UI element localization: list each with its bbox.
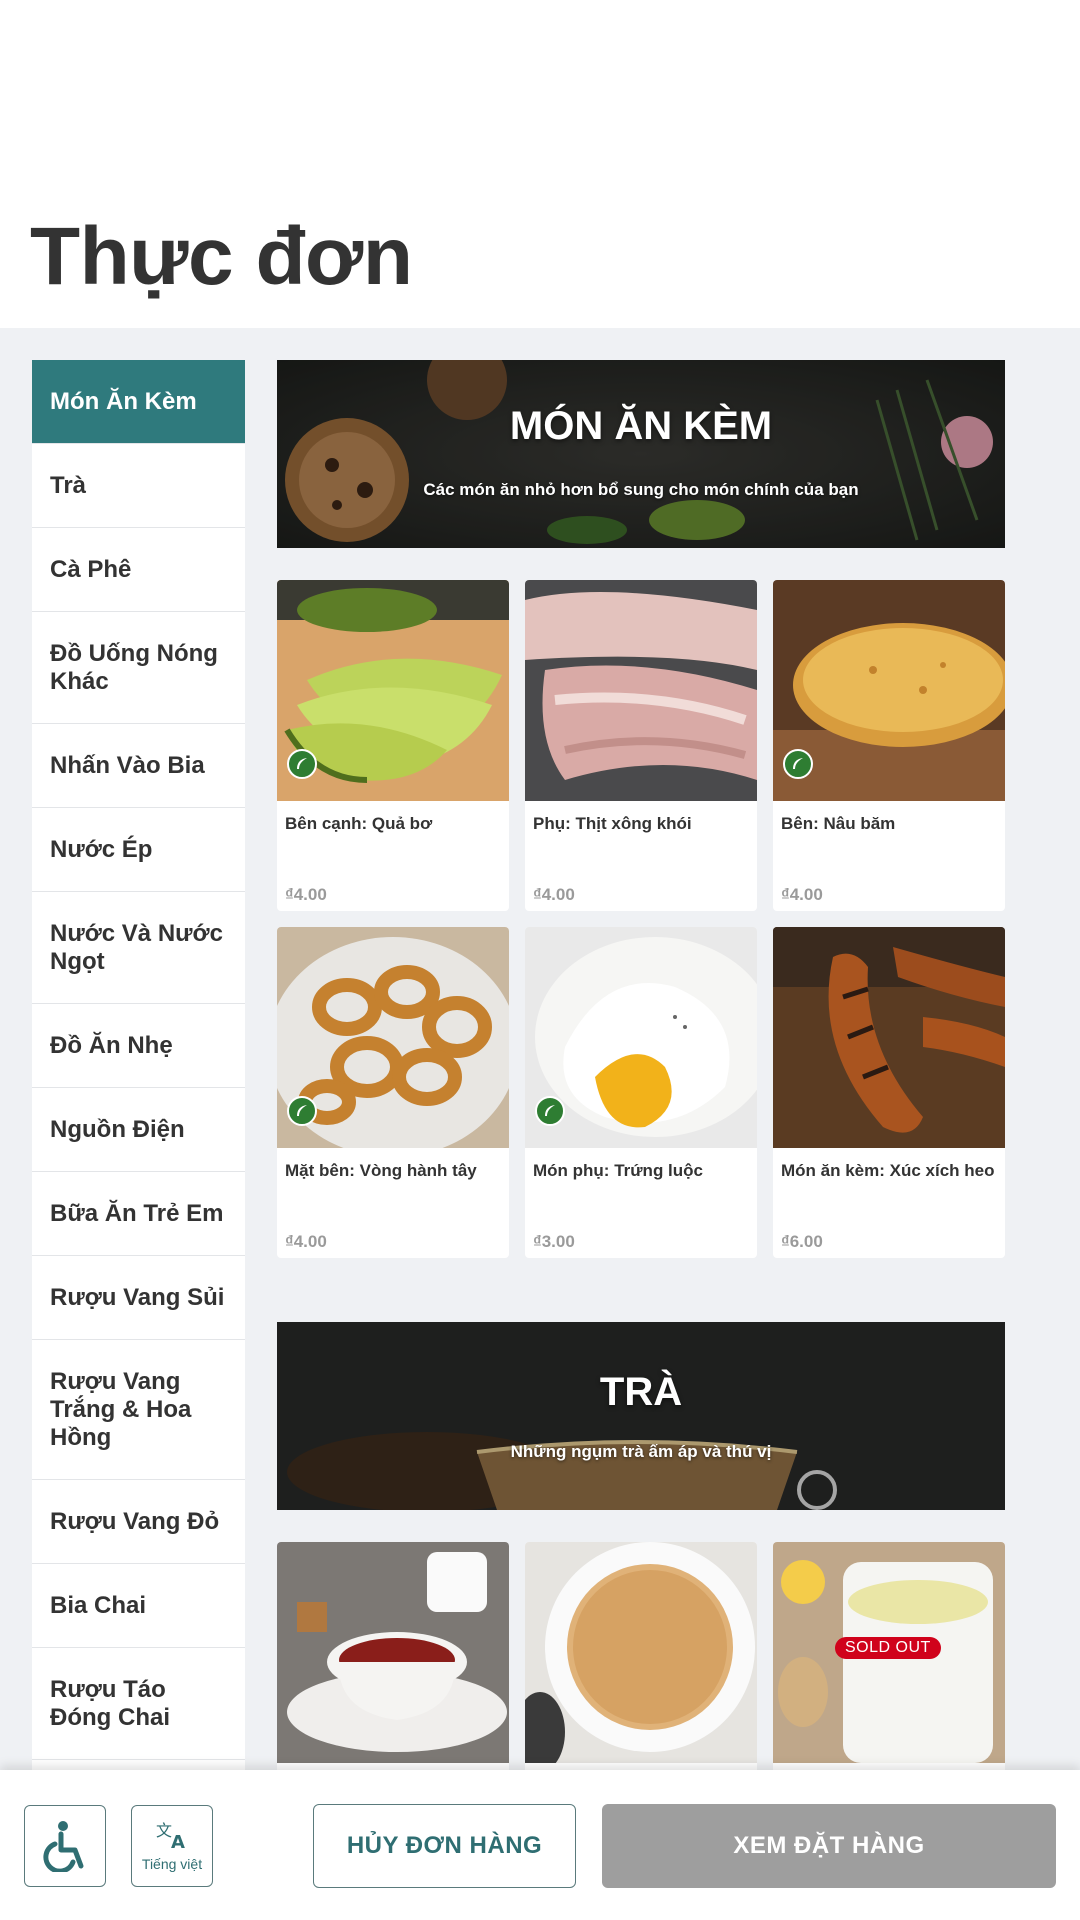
page-title: Thực đơn — [30, 211, 413, 302]
accessibility-button[interactable] — [24, 1805, 106, 1887]
item-image — [525, 927, 757, 1148]
sidebar-item-ruou-vang-sui[interactable]: Rượu Vang Sủi — [32, 1256, 245, 1340]
menu-area: Món Ăn Kèm Trà Cà Phê Đồ Uống Nóng Khác … — [0, 328, 1080, 1770]
section-title: TRÀ — [599, 1370, 683, 1414]
menu-item-card[interactable]: Món ăn kèm: Xúc xích heo ₫6.00 — [773, 927, 1005, 1258]
item-image — [773, 927, 1005, 1148]
section-banner-mon-an-kem: MÓN ĂN KÈM Các món ăn nhỏ hơn bổ sung ch… — [277, 360, 1005, 548]
section-banner-tra: TRÀ Những ngụm trà ấm áp và thú vị — [277, 1322, 1005, 1510]
sidebar-item-label: Rượu Vang Sủi — [50, 1283, 225, 1311]
menu-item-card[interactable] — [525, 1542, 757, 1770]
item-price: ₫4.00 — [533, 885, 575, 904]
sidebar-item-label: Bia Chai — [50, 1591, 147, 1619]
sidebar-item-more[interactable] — [32, 1760, 245, 1770]
vegetarian-leaf-icon — [287, 749, 317, 779]
item-name: Mặt bên: Vòng hành tây — [285, 1161, 477, 1180]
item-name: Món phụ: Trứng luộc — [533, 1161, 703, 1180]
sold-out-badge: SOLD OUT — [835, 1637, 941, 1659]
sidebar-item-label: Món Ăn Kèm — [50, 387, 197, 415]
sidebar-item-bua-an-tre-em[interactable]: Bữa Ăn Trẻ Em — [32, 1172, 245, 1256]
sidebar-item-label: Rượu Vang Trắng & Hoa Hồng — [50, 1367, 192, 1451]
page-header: Thực đơn — [0, 0, 1080, 328]
sidebar-item-nguon-dien[interactable]: Nguồn Điện — [32, 1088, 245, 1172]
section-subtitle: Các món ăn nhỏ hơn bổ sung cho món chính… — [423, 480, 859, 499]
menu-item-card[interactable]: Bên cạnh: Quả bơ ₫4.00 — [277, 580, 509, 911]
item-price: ₫4.00 — [781, 885, 823, 904]
item-image: SOLD OUT — [773, 1542, 1005, 1763]
sidebar-item-do-an-nhe[interactable]: Đồ Ăn Nhẹ — [32, 1004, 245, 1088]
item-grid: SOLD OUT — [277, 1542, 1005, 1770]
sidebar-item-tra[interactable]: Trà — [32, 444, 245, 528]
section-subtitle: Những ngụm trà ấm áp và thú vị — [510, 1442, 772, 1461]
vegetarian-leaf-icon — [783, 749, 813, 779]
section-title: MÓN ĂN KÈM — [509, 404, 773, 448]
svg-text:文: 文 — [156, 1821, 172, 1840]
item-name: Phụ: Thịt xông khói — [533, 814, 692, 833]
menu-item-card[interactable] — [277, 1542, 509, 1770]
menu-item-card[interactable]: Món phụ: Trứng luộc ₫3.00 — [525, 927, 757, 1258]
sidebar-item-ca-phe[interactable]: Cà Phê — [32, 528, 245, 612]
item-image — [525, 580, 757, 801]
sidebar-item-label: Nhấn Vào Bia — [50, 751, 205, 779]
sidebar-item-ruou-tao-dong-chai[interactable]: Rượu Táo Đóng Chai — [32, 1648, 245, 1760]
item-price: ₫3.00 — [533, 1232, 575, 1251]
vegetarian-leaf-icon — [287, 1096, 317, 1126]
item-price: ₫4.00 — [285, 1232, 327, 1251]
item-image — [773, 580, 1005, 801]
sidebar-item-mon-an-kem[interactable]: Món Ăn Kèm — [32, 360, 245, 444]
item-name: Bên cạnh: Quả bơ — [285, 814, 433, 833]
sidebar-item-bia-chai[interactable]: Bia Chai — [32, 1564, 245, 1648]
menu-item-card[interactable]: SOLD OUT — [773, 1542, 1005, 1770]
sidebar-item-label: Trà — [50, 471, 87, 499]
sidebar-item-label: Nước Và Nước Ngọt — [50, 919, 223, 975]
sidebar-item-label: Rượu Táo Đóng Chai — [50, 1675, 170, 1731]
menu-content: MÓN ĂN KÈM Các món ăn nhỏ hơn bổ sung ch… — [277, 360, 1005, 1770]
sidebar-item-ruou-vang-trang-hoa-hong[interactable]: Rượu Vang Trắng & Hoa Hồng — [32, 1340, 245, 1480]
wheelchair-icon — [43, 1821, 84, 1872]
item-price: ₫4.00 — [285, 885, 327, 904]
sidebar-item-label: Nước Ép — [50, 835, 153, 863]
sidebar-item-label: Nguồn Điện — [50, 1115, 185, 1143]
sidebar-item-nuoc-va-nuoc-ngot[interactable]: Nước Và Nước Ngọt — [32, 892, 245, 1004]
language-button[interactable]: 文 A Tiếng việt — [131, 1805, 213, 1887]
menu-item-card[interactable]: Bên: Nâu băm ₫4.00 — [773, 580, 1005, 911]
sidebar-item-label: Đồ Uống Nóng Khác — [50, 639, 218, 695]
sidebar-item-label: Đồ Ăn Nhẹ — [50, 1031, 173, 1059]
banner-image — [277, 1322, 1005, 1510]
sidebar-item-nuoc-ep[interactable]: Nước Ép — [32, 808, 245, 892]
sidebar-item-label: Cà Phê — [50, 555, 132, 583]
menu-item-card[interactable]: Phụ: Thịt xông khói ₫4.00 — [525, 580, 757, 911]
category-sidebar: Món Ăn Kèm Trà Cà Phê Đồ Uống Nóng Khác … — [32, 360, 245, 1770]
item-image — [525, 1542, 757, 1763]
footer-bar: 文 A Tiếng việt HỦY ĐƠN HÀNG XEM ĐẶT HÀNG — [0, 1770, 1080, 1920]
sidebar-item-do-uong-nong-khac[interactable]: Đồ Uống Nóng Khác — [32, 612, 245, 724]
item-grid: Bên cạnh: Quả bơ ₫4.00 Phụ: Thịt xông kh… — [277, 580, 1005, 1258]
item-name: Món ăn kèm: Xúc xích heo — [781, 1161, 995, 1180]
svg-text:A: A — [171, 1832, 185, 1850]
sidebar-item-nhan-vao-bia[interactable]: Nhấn Vào Bia — [32, 724, 245, 808]
language-label: Tiếng việt — [141, 1856, 203, 1872]
sidebar-item-label: Rượu Vang Đỏ — [50, 1507, 220, 1535]
banner-image — [277, 360, 1005, 548]
item-image — [277, 927, 509, 1148]
vegetarian-leaf-icon — [535, 1096, 565, 1126]
sidebar-item-ruou-vang-do[interactable]: Rượu Vang Đỏ — [32, 1480, 245, 1564]
cancel-order-button[interactable]: HỦY ĐƠN HÀNG — [313, 1804, 576, 1888]
item-name: Bên: Nâu băm — [781, 814, 896, 833]
item-image — [277, 1542, 509, 1763]
translate-icon: 文 A — [156, 1821, 185, 1850]
menu-item-card[interactable]: Mặt bên: Vòng hành tây ₫4.00 — [277, 927, 509, 1258]
view-order-button[interactable]: XEM ĐẶT HÀNG — [602, 1804, 1056, 1888]
item-price: ₫6.00 — [781, 1232, 823, 1251]
sidebar-item-label: Bữa Ăn Trẻ Em — [50, 1199, 224, 1227]
item-image — [277, 580, 509, 801]
